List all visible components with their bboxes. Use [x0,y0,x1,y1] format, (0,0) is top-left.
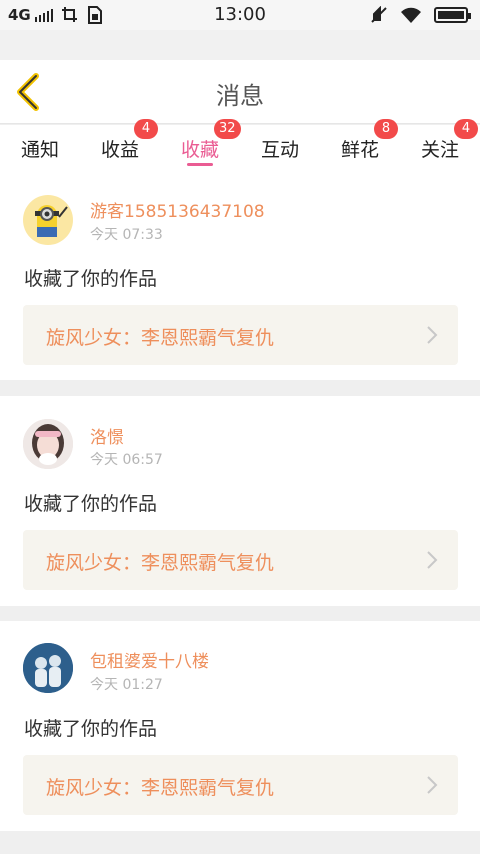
avatar[interactable] [23,419,73,469]
timestamp: 今天 06:57 [90,452,163,468]
tab-interaction[interactable]: 互动 [240,125,320,175]
tab-label: 互动 [260,139,299,161]
tab-label: 收益 [100,139,139,161]
work-title: 旋风少女：李恩熙霸气复仇 [46,327,275,349]
message-card: 洛憬 今天 06:57 收藏了你的作品 旋风少女：李恩熙霸气复仇 [0,396,480,606]
work-title: 旋风少女：李恩熙霸气复仇 [46,552,275,574]
tab-follow[interactable]: 关注 4 [400,119,480,175]
chevron-right-icon [427,551,438,569]
tab-label: 鲜花 [340,139,379,161]
tab-badge: 4 [454,119,478,139]
tab-label: 收藏 [180,139,219,161]
avatar[interactable] [23,643,73,693]
wifi-icon [401,7,421,23]
avatar[interactable] [23,195,73,245]
tab-label: 关注 [420,139,459,161]
tab-flowers[interactable]: 鲜花 8 [320,119,400,175]
username[interactable]: 包租婆爱十八楼 [90,647,209,672]
timestamp: 今天 07:33 [90,227,163,243]
top-bar: 消息 [0,60,480,124]
battery-icon [434,7,471,23]
work-title: 旋风少女：李恩熙霸气复仇 [46,777,275,799]
action-text: 收藏了你的作品 [24,268,158,290]
tab-badge: 32 [214,119,241,139]
active-tab-indicator [187,163,213,166]
message-card: 游客1585136437108 今天 07:33 收藏了你的作品 旋风少女：李恩… [0,175,480,380]
chevron-right-icon [427,776,438,794]
tab-notice[interactable]: 通知 [0,125,80,175]
status-right-icons [370,6,471,24]
page-title: 消息 [216,82,264,110]
work-link[interactable]: 旋风少女：李恩熙霸气复仇 [23,530,458,590]
tab-favorites[interactable]: 收藏 32 [160,119,241,175]
status-bar: 4G 13:00 [0,0,480,30]
minion-avatar [35,205,68,237]
work-link[interactable]: 旋风少女：李恩熙霸气复仇 [23,305,458,365]
chevron-right-icon [427,326,438,344]
username[interactable]: 洛憬 [90,423,124,448]
username[interactable]: 游客1585136437108 [90,197,265,222]
status-spacer [0,30,480,60]
tab-bar: 通知 收益 4 收藏 32 互动 鲜花 8 关注 4 [0,119,480,175]
mute-icon [371,6,387,23]
work-link[interactable]: 旋风少女：李恩熙霸气复仇 [23,755,458,815]
timestamp: 今天 01:27 [90,677,163,693]
tab-earnings[interactable]: 收益 4 [80,119,160,175]
tab-label: 通知 [20,139,59,161]
tab-badge: 4 [134,119,158,139]
couple-photo-avatar [23,643,73,693]
message-card: 包租婆爱十八楼 今天 01:27 收藏了你的作品 旋风少女：李恩熙霸气复仇 [0,621,480,831]
girl-photo-avatar [23,419,73,469]
action-text: 收藏了你的作品 [24,718,158,740]
tab-badge: 8 [374,119,398,139]
action-text: 收藏了你的作品 [24,493,158,515]
